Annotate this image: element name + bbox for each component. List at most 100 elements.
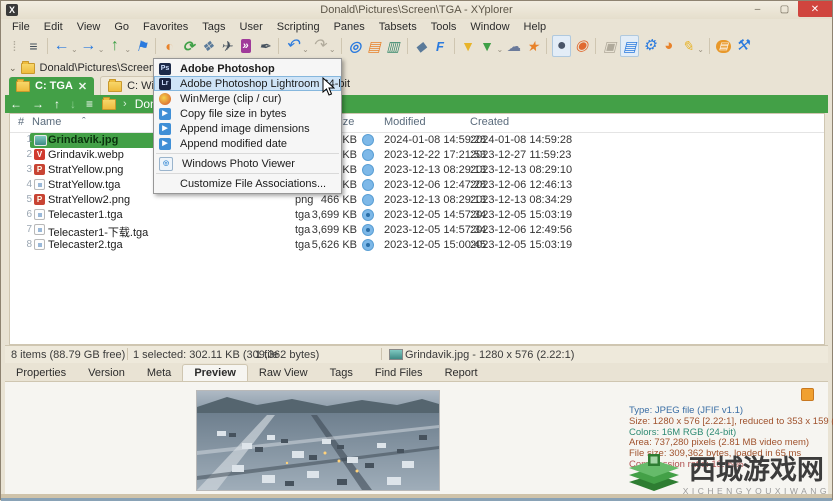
tag-circle-icon[interactable] (362, 164, 374, 176)
menu-item-winmerge[interactable]: WinMerge (clip / cur) (154, 91, 341, 106)
stack-button[interactable]: ❖ (199, 36, 216, 56)
filter-dropdown[interactable]: ⌄ (497, 45, 504, 54)
tag-circle-icon[interactable] (362, 149, 374, 161)
tag-circle-icon[interactable] (362, 239, 374, 251)
settings-button[interactable]: ⚙ (641, 36, 658, 56)
filter-green-button[interactable]: ▼ (479, 36, 496, 56)
menu-item-copy-file-size[interactable]: ▶ Copy file size in bytes (154, 106, 341, 121)
tab-meta[interactable]: Meta (136, 365, 182, 381)
search-button[interactable]: ◎ (347, 36, 364, 56)
tab-preview[interactable]: Preview (182, 364, 248, 381)
back-dropdown[interactable]: ⌄ (71, 45, 78, 54)
tab-properties[interactable]: Properties (5, 365, 77, 381)
up-button[interactable]: ↑ (106, 36, 123, 56)
ball-button[interactable]: ◉ (573, 36, 590, 56)
menu-help[interactable]: Help (517, 20, 554, 34)
menu-edit[interactable]: Edit (37, 20, 70, 34)
crumb-back-button[interactable]: ← (5, 97, 27, 111)
column-index[interactable]: # (18, 116, 24, 128)
mirror-button[interactable]: ◐ (161, 36, 178, 56)
menu-item-photo-viewer[interactable]: ◎ Windows Photo Viewer (154, 156, 341, 171)
table-row[interactable]: 7 Telecaster1-下载.tga tga 3,699 KB 2023-1… (10, 223, 824, 239)
menu-item-append-date[interactable]: ▶ Append modified date (154, 136, 341, 151)
menu-user[interactable]: User (233, 20, 270, 34)
details-view-button[interactable]: ▤ (620, 35, 640, 57)
tag-circle-icon[interactable] (362, 224, 374, 236)
report-button[interactable]: ▤ (715, 36, 732, 56)
broom-dropdown[interactable]: ⌄ (697, 45, 704, 54)
column-created[interactable]: Created (470, 116, 509, 128)
tree-expander[interactable]: ⌄ (9, 63, 17, 74)
table-row[interactable]: 2 V Grindavik.webp 9 KB 2023-12-22 17:21… (10, 148, 824, 163)
fastforward-button[interactable]: » (237, 36, 254, 56)
tag-circle-icon[interactable] (362, 179, 374, 191)
menu-tabsets[interactable]: Tabsets (372, 20, 424, 34)
undo-button[interactable]: ↶ (284, 36, 301, 56)
crumb-down-button[interactable]: ↓ (65, 97, 81, 111)
forward-button[interactable]: → (80, 36, 97, 56)
undo-dropdown[interactable]: ⌄ (302, 45, 309, 54)
preview-image[interactable] (196, 390, 440, 491)
crumb-forward-button[interactable]: → (27, 97, 49, 111)
filter-button[interactable]: ▼ (460, 36, 477, 56)
preview-corner-button[interactable] (801, 388, 814, 401)
location-button[interactable]: ⚑ (133, 36, 150, 56)
forward-dropdown[interactable]: ⌄ (98, 45, 105, 54)
menu-tools[interactable]: Tools (424, 20, 464, 34)
font-button[interactable]: F (432, 36, 449, 56)
table-row[interactable]: 8 Telecaster2.tga tga 5,626 KB 2023-12-0… (10, 238, 824, 253)
paste-button[interactable]: ▥ (385, 36, 402, 56)
menu-view[interactable]: View (70, 20, 108, 34)
menu-favorites[interactable]: Favorites (136, 20, 195, 34)
menu-item-append-dimensions[interactable]: ▶ Append image dimensions (154, 121, 341, 136)
minimize-button[interactable]: – (744, 1, 771, 17)
redo-button[interactable]: ↷ (311, 36, 328, 56)
dark-mode-button[interactable]: ● (552, 35, 572, 57)
send-button[interactable]: ✈ (218, 36, 235, 56)
menu-item-photoshop[interactable]: Ps Adobe Photoshop (154, 61, 341, 76)
weight-button[interactable]: ◆ (413, 36, 430, 56)
tools-button[interactable]: ⚒ (734, 36, 751, 56)
menu-tags[interactable]: Tags (195, 20, 232, 34)
tag-circle-icon[interactable] (362, 194, 374, 206)
redo-dropdown[interactable]: ⌄ (329, 45, 336, 54)
toolbar-grip[interactable]: ⁞ (6, 36, 23, 56)
menu-item-lightroom[interactable]: Lr Adobe Photoshop Lightroom 64-bit (154, 76, 350, 91)
menu-go[interactable]: Go (107, 20, 136, 34)
highlights-button[interactable]: ★ (524, 36, 541, 56)
menu-item-customize-associations[interactable]: Customize File Associations... (154, 176, 341, 191)
tab-report[interactable]: Report (434, 365, 489, 381)
colors-button[interactable]: ◕ (660, 36, 677, 56)
tab-version[interactable]: Version (77, 365, 136, 381)
toolbar-menu-button[interactable]: ≡ (25, 36, 42, 56)
menu-file[interactable]: File (5, 20, 37, 34)
tab-raw-view[interactable]: Raw View (248, 365, 319, 381)
table-row[interactable]: 4 StratYellow.tga 8 KB 2023-12-06 12:47:… (10, 178, 824, 193)
tab-tags[interactable]: Tags (319, 365, 364, 381)
broom-button[interactable]: ✎ (679, 36, 696, 56)
menu-panes[interactable]: Panes (327, 20, 372, 34)
tag-circle-icon[interactable] (362, 209, 374, 221)
back-button[interactable]: ← (53, 36, 70, 56)
menu-scripting[interactable]: Scripting (270, 20, 327, 34)
ghost-button[interactable]: ☁ (505, 36, 522, 56)
table-row[interactable]: 3 P StratYellow.png 6 KB 2023-12-13 08:2… (10, 163, 824, 178)
tab-find-files[interactable]: Find Files (364, 365, 434, 381)
table-row[interactable]: 6 Telecaster1.tga tga 3,699 KB 2023-12-0… (10, 208, 824, 223)
column-name[interactable]: Name (32, 116, 61, 128)
column-modified[interactable]: Modified (384, 116, 426, 128)
up-dropdown[interactable]: ⌄ (124, 45, 131, 54)
tab-tga[interactable]: C: TGA ✕ (9, 77, 95, 95)
tab-close-icon[interactable]: ✕ (78, 80, 87, 93)
panes-button[interactable]: ▣ (601, 36, 618, 56)
crumb-menu-button[interactable]: ≡ (81, 97, 98, 111)
table-row[interactable]: 1 Grindavik.jpg 3 KB 2024-01-08 14:59:28… (10, 133, 824, 148)
close-button[interactable]: ✕ (798, 1, 832, 17)
menu-window[interactable]: Window (463, 20, 516, 34)
refresh-button[interactable]: ⟳ (180, 36, 197, 56)
maximize-button[interactable]: ▢ (771, 1, 798, 17)
tag-circle-icon[interactable] (362, 134, 374, 146)
copy-button[interactable]: ▤ (366, 36, 383, 56)
crumb-up-button[interactable]: ↑ (49, 97, 65, 111)
edit-button[interactable]: ✒ (256, 36, 273, 56)
